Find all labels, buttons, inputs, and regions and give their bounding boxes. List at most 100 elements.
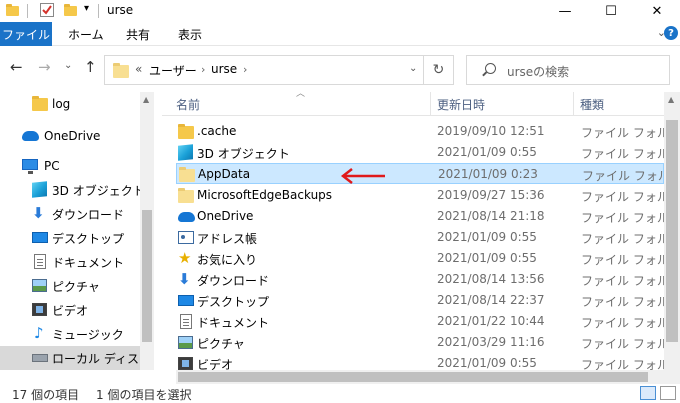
file-row-pictures[interactable]: ピクチャ 2021/03/29 11:16 ファイル フォルダー [176,332,680,353]
folder-icon [113,63,129,78]
ribbon-tabs: ファイル ホーム 共有 表示 ⌄ ? [0,22,680,46]
quick-access-dropdown-icon[interactable]: ▾ [84,3,89,14]
file-row-favorites[interactable]: ★ お気に入り 2021/01/09 0:55 ファイル フォルダー [176,248,680,269]
back-button[interactable]: ← [10,58,23,76]
nav-item-videos[interactable]: ビデオ [0,298,154,322]
nav-item-desktop[interactable]: デスクトップ [0,226,154,250]
nav-scrollbar-thumb[interactable] [142,210,152,342]
column-name[interactable]: 名前 [176,96,200,113]
refresh-button[interactable]: ↻ [424,55,454,85]
contacts-icon [178,231,194,244]
cloud-icon [22,131,39,141]
path-overflow[interactable]: « [135,62,142,76]
title-bar: ▾ urse — ☐ ✕ [0,0,680,22]
file-row-downloads[interactable]: ⬇ ダウンロード 2021/08/14 13:56 ファイル フォルダー [176,269,680,290]
file-row-documents[interactable]: ドキュメント 2021/01/22 10:44 ファイル フォルダー [176,311,680,332]
tab-share[interactable]: 共有 [126,22,150,46]
tab-home[interactable]: ホーム [68,22,104,46]
new-folder-icon[interactable] [64,4,77,16]
column-divider[interactable] [430,92,431,116]
nav-item-label: ドキュメント [52,255,125,270]
folder-icon [6,4,19,16]
folder-icon [178,188,194,203]
search-input[interactable]: urseの検索 [507,63,569,80]
file-date: 2019/09/10 12:51 [437,124,545,138]
address-dropdown-icon[interactable]: ⌄ [409,63,417,74]
separator [98,4,99,18]
nav-item-3d-objects[interactable]: 3D オブジェクト [0,178,154,202]
forward-button[interactable]: → [38,58,51,76]
file-date: 2021/08/14 22:37 [437,293,545,307]
separator [27,4,28,18]
file-row-cache[interactable]: .cache 2019/09/10 12:51 ファイル フォルダー [176,121,680,142]
nav-item-label: ローカル ディスク (C [52,351,154,366]
scroll-up-icon[interactable]: ▲ [668,95,674,104]
nav-item-local-disk[interactable]: ローカル ディスク (C [0,346,154,370]
nav-item-log[interactable]: log [0,92,154,116]
file-row-appdata[interactable]: AppData 2021/01/09 0:23 ファイル フォルダー [176,163,680,184]
breadcrumb-urse[interactable]: urse [211,62,237,76]
close-button[interactable]: ✕ [634,0,680,22]
nav-item-music[interactable]: ♪ ミュージック [0,322,154,346]
file-date: 2021/01/09 0:55 [437,145,537,159]
item-count: 17 個の項目 [12,388,80,402]
document-icon [180,314,192,329]
file-name: MicrosoftEdgeBackups [197,188,333,202]
tab-view[interactable]: 表示 [178,22,202,46]
file-date: 2021/08/14 21:18 [437,209,545,223]
picture-icon [32,279,47,292]
minimize-button[interactable]: — [542,0,588,22]
nav-item-label: OneDrive [44,129,101,143]
file-date: 2021/01/22 10:44 [437,314,545,328]
chevron-right-icon[interactable]: › [243,63,247,76]
nav-item-pc[interactable]: PC [0,154,154,178]
details-view-icon[interactable] [640,386,656,400]
nav-item-label: デスクトップ [52,231,125,246]
properties-icon[interactable] [40,3,54,17]
file-row-desktop[interactable]: デスクトップ 2021/08/14 22:37 ファイル フォルダー [176,290,680,311]
file-date: 2021/01/09 0:23 [438,167,538,181]
file-name: ドキュメント [197,316,270,330]
nav-item-label: log [52,97,71,111]
file-date: 2021/08/14 13:56 [437,272,545,286]
nav-item-label: ビデオ [52,303,89,318]
search-box[interactable]: urseの検索 [466,55,670,85]
column-divider[interactable] [573,92,574,116]
cloud-icon [178,212,195,222]
nav-item-onedrive[interactable]: OneDrive [0,124,154,148]
folder-icon [32,96,48,111]
nav-item-label: PC [44,159,60,173]
horizontal-scrollbar-thumb[interactable] [178,372,648,382]
nav-item-downloads[interactable]: ⬇ ダウンロード [0,202,154,226]
maximize-button[interactable]: ☐ [588,0,634,22]
nav-item-documents[interactable]: ドキュメント [0,250,154,274]
tab-file[interactable]: ファイル [0,22,52,46]
large-icons-view-icon[interactable] [660,386,676,400]
file-row-videos[interactable]: ビデオ 2021/01/09 0:55 ファイル フォルダー [176,353,664,370]
recent-locations-icon[interactable]: ⌄ [64,60,72,71]
chevron-right-icon[interactable]: › [201,63,205,76]
file-list-scrollbar-thumb[interactable] [666,120,678,342]
picture-icon [178,336,193,349]
disk-icon [32,354,48,362]
up-button[interactable]: ↑ [84,58,97,76]
help-icon[interactable]: ? [664,26,678,40]
breadcrumb-users[interactable]: ユーザー [149,62,197,79]
nav-item-pictures[interactable]: ピクチャ [0,274,154,298]
selection-count: 1 個の項目を選択 [96,388,192,402]
document-icon [34,254,46,269]
file-row-3d-objects[interactable]: 3D オブジェクト 2021/01/09 0:55 ファイル フォルダー [176,142,680,163]
folder-icon [179,167,195,182]
video-icon [32,303,47,316]
folder-icon [178,124,194,139]
file-row-contacts[interactable]: アドレス帳 2021/01/09 0:55 ファイル フォルダー [176,227,680,248]
file-row-edge-backups[interactable]: MicrosoftEdgeBackups 2019/09/27 15:36 ファ… [176,185,680,206]
scroll-up-icon[interactable]: ▲ [143,95,149,104]
nav-item-label: 3D オブジェクト [52,183,145,198]
column-type[interactable]: 種類 [580,96,604,113]
address-bar[interactable]: « ユーザー › urse › ⌄ [104,55,424,85]
file-row-onedrive[interactable]: OneDrive 2021/08/14 21:18 ファイル フォルダー [176,206,680,227]
column-date[interactable]: 更新日時 [437,96,485,113]
navigation-pane: log OneDrive PC 3D オブジェクト ⬇ ダウンロード デスクトッ… [0,92,154,370]
file-name: ピクチャ [197,337,245,351]
